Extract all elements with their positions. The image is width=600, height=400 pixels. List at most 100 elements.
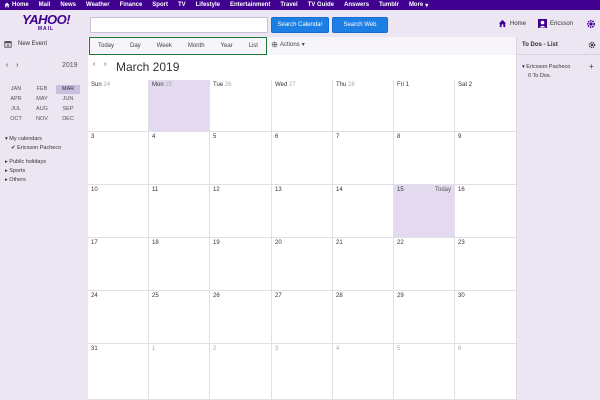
nav-item-travel[interactable]: Travel bbox=[280, 2, 297, 8]
calendar-day-cell[interactable]: 1 bbox=[149, 344, 210, 400]
nav-item-tv[interactable]: TV bbox=[178, 2, 186, 8]
nav-item-home[interactable]: Home bbox=[4, 2, 29, 8]
search-web-button[interactable]: Search Web bbox=[332, 17, 388, 33]
calendar-day-cell[interactable]: 16 bbox=[455, 185, 516, 238]
month-mar[interactable]: MAR bbox=[56, 85, 80, 94]
actions-menu[interactable]: Actions ▾ bbox=[271, 41, 305, 48]
month-oct[interactable]: OCT bbox=[4, 115, 28, 124]
calendar-day-cell[interactable]: 24 bbox=[88, 291, 149, 344]
tab-day[interactable]: Day bbox=[130, 43, 141, 49]
calendar-day-cell[interactable]: 29 bbox=[394, 291, 455, 344]
calendar-day-cell[interactable]: 26 bbox=[210, 291, 272, 344]
calendar-day-cell[interactable]: 19 bbox=[210, 238, 272, 291]
calendar-day-cell[interactable]: 31 bbox=[88, 344, 149, 400]
calendar-item-owner[interactable]: ✔ Ericsson Pacheco bbox=[5, 144, 61, 153]
calendar-day-cell[interactable]: 25 bbox=[149, 291, 210, 344]
month-jul[interactable]: JUL bbox=[4, 105, 28, 114]
yahoo-mail-logo[interactable]: YAHOO! MAIL bbox=[22, 13, 71, 32]
my-calendars-toggle[interactable]: ▾ My calendars bbox=[5, 135, 61, 144]
next-month-button[interactable]: › bbox=[104, 61, 106, 68]
calendar-day-cell[interactable]: Thu 28 bbox=[333, 80, 394, 132]
others-toggle[interactable]: ▸ Others bbox=[5, 176, 61, 185]
add-todo-button[interactable]: + bbox=[589, 62, 594, 71]
calendar-day-cell[interactable]: 5 bbox=[210, 132, 272, 185]
day-number: 12 bbox=[213, 187, 220, 193]
user-menu[interactable]: Ericsson bbox=[538, 19, 573, 28]
tab-today[interactable]: Today bbox=[98, 43, 114, 49]
calendar-day-cell[interactable]: 27 bbox=[272, 291, 333, 344]
calendar-day-cell[interactable]: 4 bbox=[333, 344, 394, 400]
nav-item-entertainment[interactable]: Entertainment bbox=[230, 2, 270, 8]
calendar-day-cell[interactable]: 22 bbox=[394, 238, 455, 291]
calendar-day-cell[interactable]: 3 bbox=[88, 132, 149, 185]
calendar-day-cell[interactable]: 17 bbox=[88, 238, 149, 291]
month-may[interactable]: MAY bbox=[30, 95, 54, 104]
month-apr[interactable]: APR bbox=[4, 95, 28, 104]
calendar-day-cell[interactable]: 15 Today bbox=[394, 185, 455, 238]
nav-item-lifestyle[interactable]: Lifestyle bbox=[196, 2, 220, 8]
calendar-day-cell[interactable]: 30 bbox=[455, 291, 516, 344]
calendar-day-cell[interactable]: 8 bbox=[394, 132, 455, 185]
public-holidays-toggle[interactable]: ▸ Public holidays bbox=[5, 158, 61, 167]
nav-item-mail[interactable]: Mail bbox=[39, 2, 51, 8]
calendar-day-cell[interactable]: 21 bbox=[333, 238, 394, 291]
calendar-day-cell[interactable]: 14 bbox=[333, 185, 394, 238]
calendar-day-cell[interactable]: Wed 27 bbox=[272, 80, 333, 132]
calendar-day-cell[interactable]: 9 bbox=[455, 132, 516, 185]
search-calendar-button[interactable]: Search Calendar bbox=[271, 17, 329, 33]
calendar-day-cell[interactable]: Tue 26 bbox=[210, 80, 272, 132]
calendar-day-cell[interactable]: 6 bbox=[455, 344, 516, 400]
calendar-day-cell[interactable]: 6 bbox=[272, 132, 333, 185]
tab-month[interactable]: Month bbox=[188, 43, 205, 49]
sports-toggle[interactable]: ▸ Sports bbox=[5, 167, 61, 176]
home-icon bbox=[498, 19, 507, 28]
calendar-day-cell[interactable]: 10 bbox=[88, 185, 149, 238]
calendar-day-cell[interactable]: 7 bbox=[333, 132, 394, 185]
calendar-day-cell[interactable]: Fri 1 bbox=[394, 80, 455, 132]
calendar-day-cell[interactable]: 28 bbox=[333, 291, 394, 344]
month-dec[interactable]: DEC bbox=[56, 115, 80, 124]
nav-item-tumblr[interactable]: Tumblr bbox=[379, 2, 399, 8]
tab-year[interactable]: Year bbox=[221, 43, 233, 49]
nav-item-weather[interactable]: Weather bbox=[86, 2, 110, 8]
month-feb[interactable]: FEB bbox=[30, 85, 54, 94]
tab-week[interactable]: Week bbox=[157, 43, 172, 49]
nav-item-finance[interactable]: Finance bbox=[120, 2, 143, 8]
prev-month-button[interactable]: ‹ bbox=[93, 61, 95, 68]
prev-year-button[interactable]: ‹ bbox=[6, 62, 8, 69]
calendar-day-cell[interactable]: 2 bbox=[210, 344, 272, 400]
next-year-button[interactable]: › bbox=[16, 62, 18, 69]
nav-item-more[interactable]: More ▾ bbox=[409, 2, 428, 9]
home-link[interactable]: Home bbox=[498, 19, 526, 28]
tab-list[interactable]: List bbox=[249, 43, 258, 49]
calendar-day-cell[interactable]: Sun 24 bbox=[88, 80, 149, 132]
calendar-day-cell[interactable]: 5 bbox=[394, 344, 455, 400]
month-jan[interactable]: JAN bbox=[4, 85, 28, 94]
calendar-day-cell[interactable]: Sat 2 bbox=[455, 80, 516, 132]
day-number: 30 bbox=[458, 293, 465, 299]
month-aug[interactable]: AUG bbox=[30, 105, 54, 114]
nav-item-news[interactable]: News bbox=[60, 2, 76, 8]
calendar-day-cell[interactable]: 18 bbox=[149, 238, 210, 291]
month-sep[interactable]: SEP bbox=[56, 105, 80, 114]
calendar-day-cell[interactable]: 12 bbox=[210, 185, 272, 238]
nav-item-tv-guide[interactable]: TV Guide bbox=[308, 2, 334, 8]
calendar-day-cell[interactable]: 3 bbox=[272, 344, 333, 400]
gear-icon[interactable] bbox=[586, 19, 596, 29]
month-jun[interactable]: JUN bbox=[56, 95, 80, 104]
nav-item-sport[interactable]: Sport bbox=[152, 2, 168, 8]
calendar-day-cell[interactable]: 4 bbox=[149, 132, 210, 185]
new-event-button[interactable]: New Event bbox=[4, 40, 47, 48]
search-input[interactable] bbox=[90, 17, 268, 33]
calendar-day-cell[interactable]: 20 bbox=[272, 238, 333, 291]
calendar-day-cell[interactable]: 23 bbox=[455, 238, 516, 291]
calendar-day-cell[interactable]: Mon 25 bbox=[149, 80, 210, 132]
calendar-day-cell[interactable]: 13 bbox=[272, 185, 333, 238]
nav-label: Lifestyle bbox=[195, 2, 220, 8]
month-nov[interactable]: NOV bbox=[30, 115, 54, 124]
nav-item-answers[interactable]: Answers bbox=[344, 2, 369, 8]
user-icon bbox=[538, 19, 547, 28]
gear-icon[interactable] bbox=[588, 41, 596, 49]
todo-list-toggle[interactable]: ▾ Ericsson Pacheco bbox=[522, 64, 570, 70]
calendar-day-cell[interactable]: 11 bbox=[149, 185, 210, 238]
